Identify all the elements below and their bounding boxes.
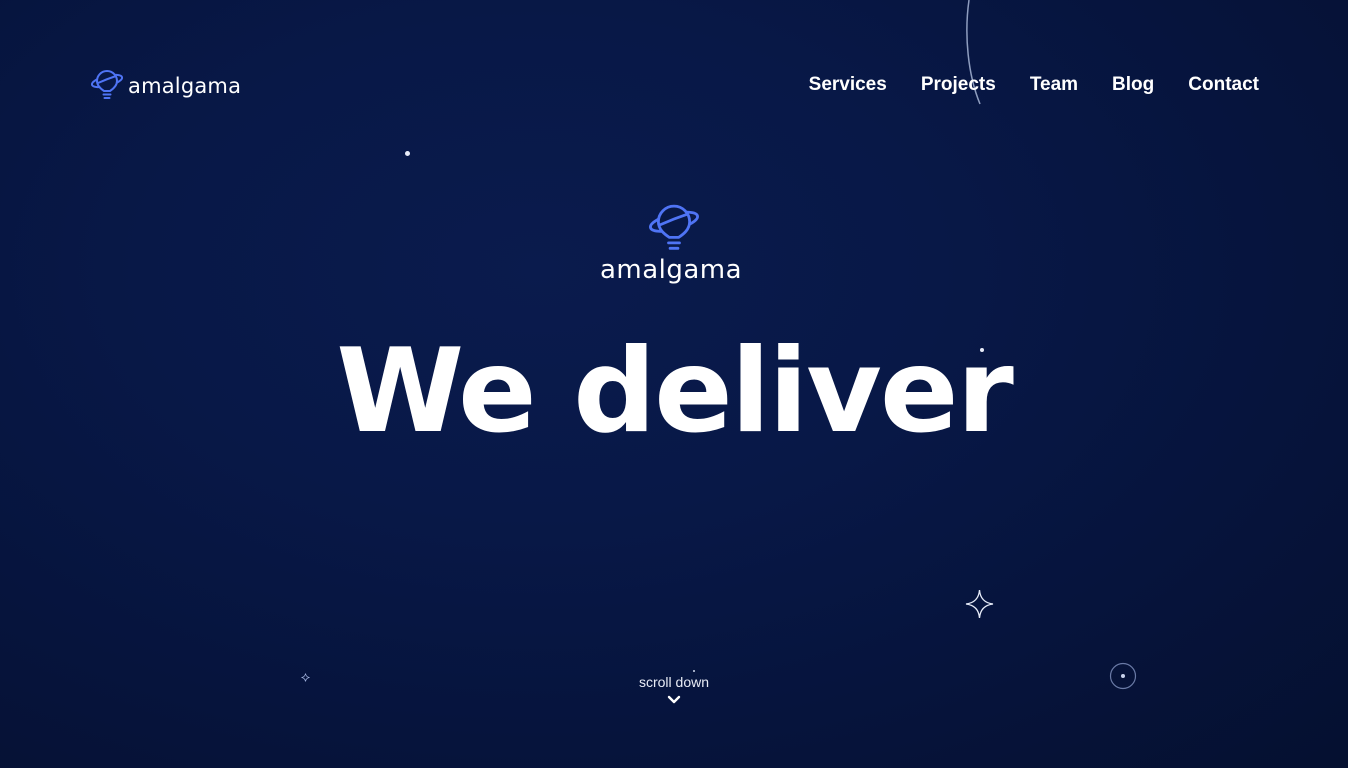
star-dot-icon [693,670,695,672]
main-nav: Services Projects Team Blog Contact [809,73,1259,97]
nav-item-contact[interactable]: Contact [1188,73,1259,97]
chevron-down-icon [667,695,681,704]
sparkle-icon [965,589,994,619]
planet-bulb-icon [649,204,699,250]
hero-logo-wordmark: amalgama [599,255,743,285]
hero-logo: amalgama [0,203,1348,285]
scroll-down-label: scroll down [638,674,710,690]
nav-item-team[interactable]: Team [1030,73,1078,97]
logo-wordmark: amalgama [128,74,242,98]
nav-item-services[interactable]: Services [809,73,887,97]
nav-item-projects[interactable]: Projects [921,73,996,97]
nav-item-blog[interactable]: Blog [1112,73,1154,97]
header-logo-link[interactable]: amalgama [90,69,241,101]
star-dot-icon [405,151,410,156]
hero-headline: We deliver [336,324,1014,459]
scroll-down-button[interactable]: scroll down [0,673,1348,705]
planet-bulb-icon [90,70,124,99]
